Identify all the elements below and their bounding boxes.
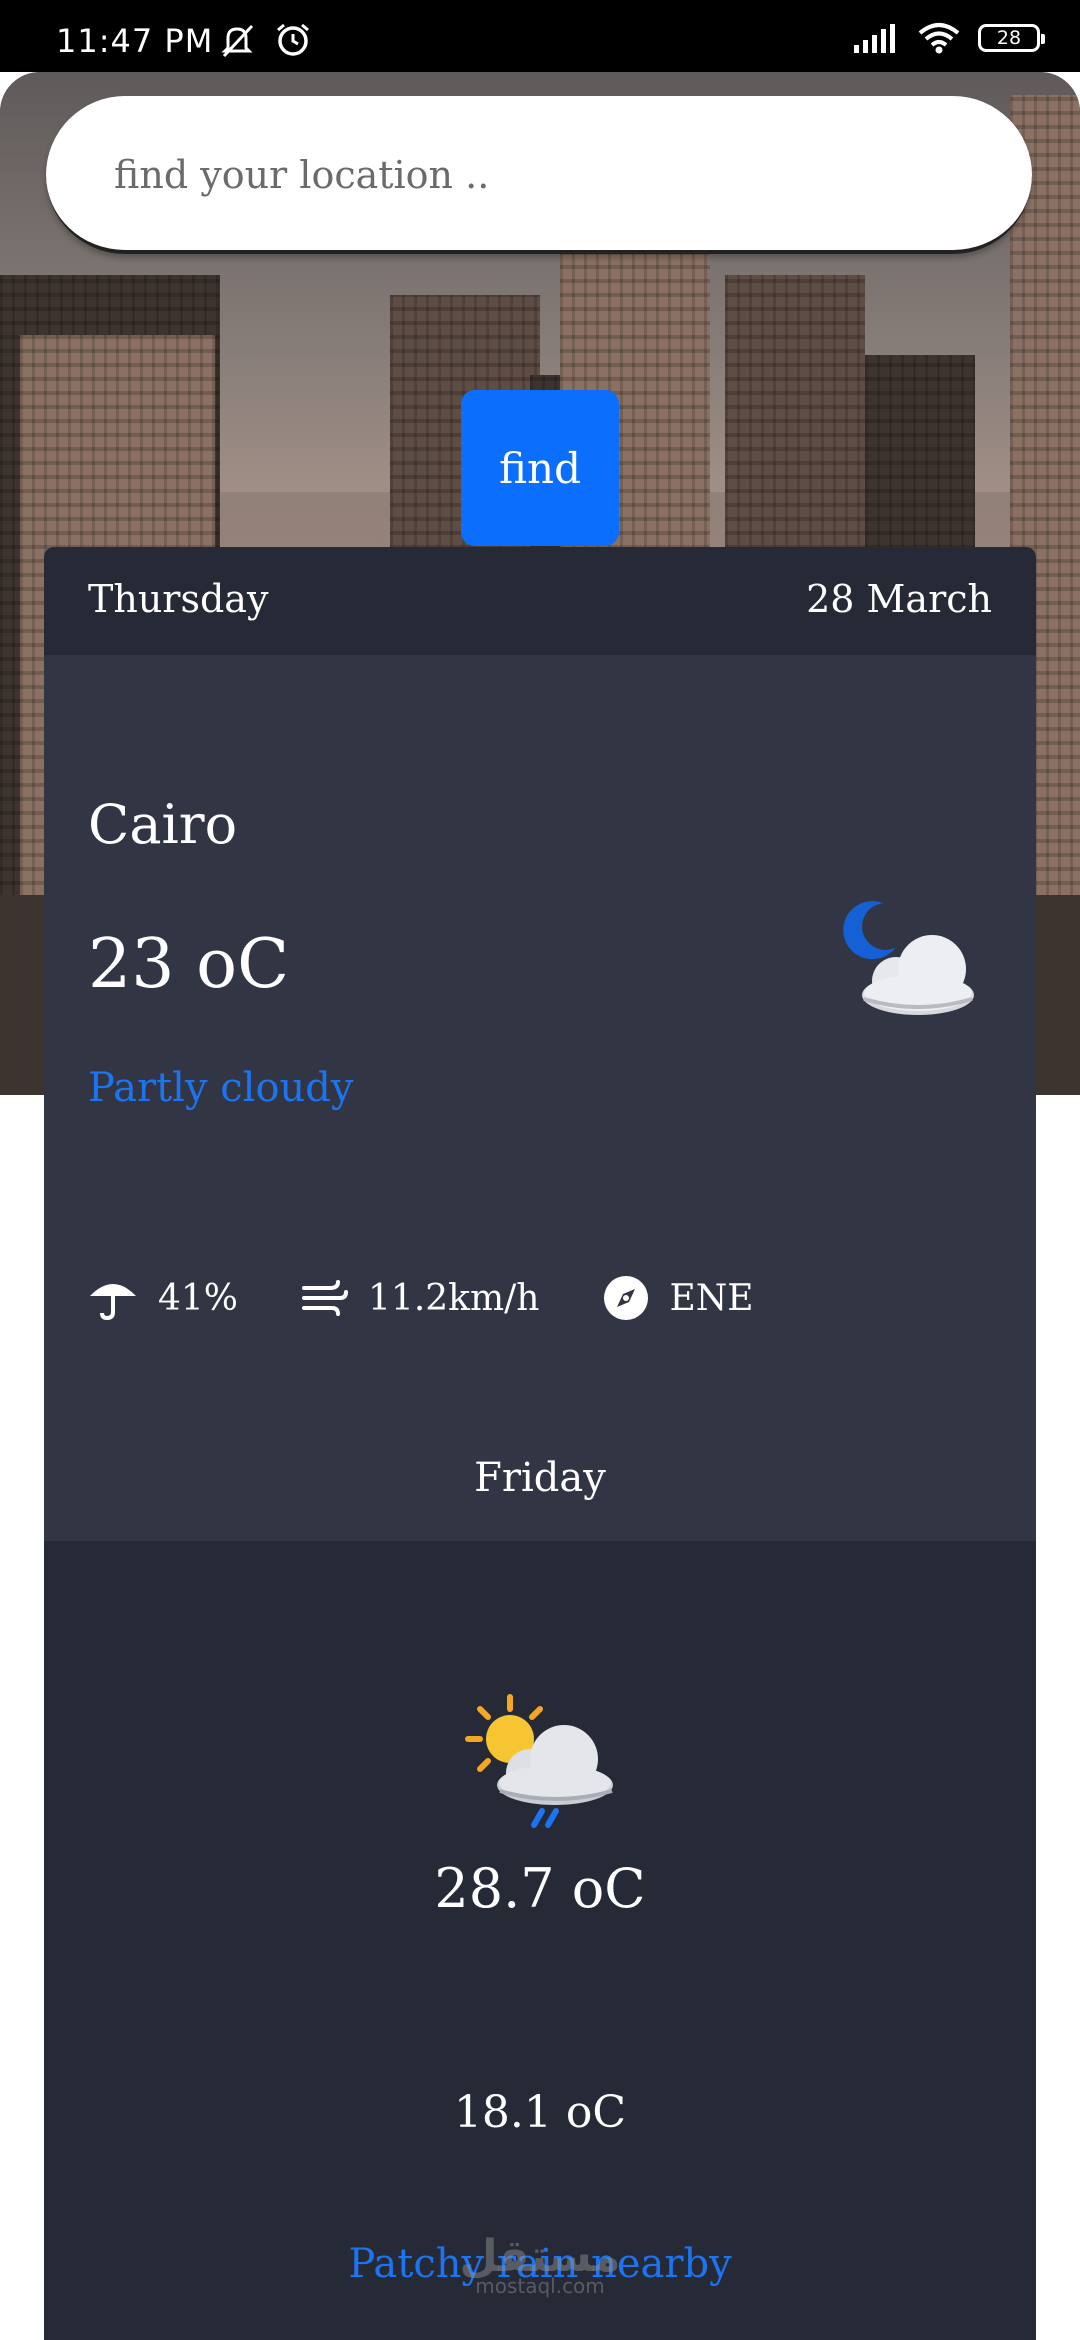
- compass-icon: [604, 1276, 649, 1320]
- wind-icon: [302, 1280, 349, 1316]
- search-box: [46, 96, 1032, 254]
- today-date: 28 March: [806, 577, 992, 621]
- current-condition: Partly cloudy: [88, 1065, 354, 1111]
- watermark-sub: mostaql.com: [475, 2274, 605, 2298]
- mute-icon: [221, 24, 254, 58]
- forecast-max-temp: 28.7 oC: [434, 1857, 646, 1920]
- umbrella-icon: [90, 1284, 136, 1320]
- status-bar: 11:47 PM 28: [0, 0, 1080, 72]
- city-name: Cairo: [88, 793, 238, 856]
- weather-stats: 41% 11.2km/h ENE: [88, 1275, 818, 1321]
- today-day: Thursday: [88, 577, 269, 621]
- wind-speed-stat: 11.2km/h: [302, 1278, 539, 1319]
- today-header: Thursday 28 March: [44, 547, 1036, 655]
- signal-icon: [854, 24, 895, 53]
- today-card: Cairo 23 oC Partly cloudy 41% 11.2km/h E…: [44, 655, 1036, 1541]
- wind-speed-value: 11.2km/h: [368, 1277, 540, 1319]
- wifi-icon: [918, 23, 960, 54]
- humidity-stat: 41%: [88, 1276, 238, 1320]
- current-temperature: 23 oC: [88, 925, 290, 1004]
- find-button[interactable]: find: [461, 390, 619, 546]
- alarm-icon: [277, 23, 310, 56]
- humidity-value: 41%: [158, 1277, 239, 1319]
- watermark: مستقل mostaql.com: [44, 2231, 1036, 2298]
- night-partly-cloudy-icon: [843, 901, 974, 1015]
- status-right-icons: 28: [852, 22, 1045, 54]
- forecast-day: Friday: [474, 1455, 606, 1501]
- forecast-min-temp: 18.1 oC: [453, 2087, 627, 2138]
- forecast-card: 28.7 oC 18.1 oC Patchy rain nearby مستقل…: [44, 1541, 1036, 2340]
- status-time: 11:47 PM: [56, 22, 214, 60]
- status-left-icons: [218, 22, 313, 62]
- sun-cloud-rain-icon: [465, 1694, 613, 1828]
- wind-direction-value: ENE: [669, 1277, 754, 1319]
- wind-direction-stat: ENE: [603, 1275, 754, 1321]
- search-input[interactable]: [112, 136, 976, 214]
- battery-icon: 28: [978, 24, 1045, 52]
